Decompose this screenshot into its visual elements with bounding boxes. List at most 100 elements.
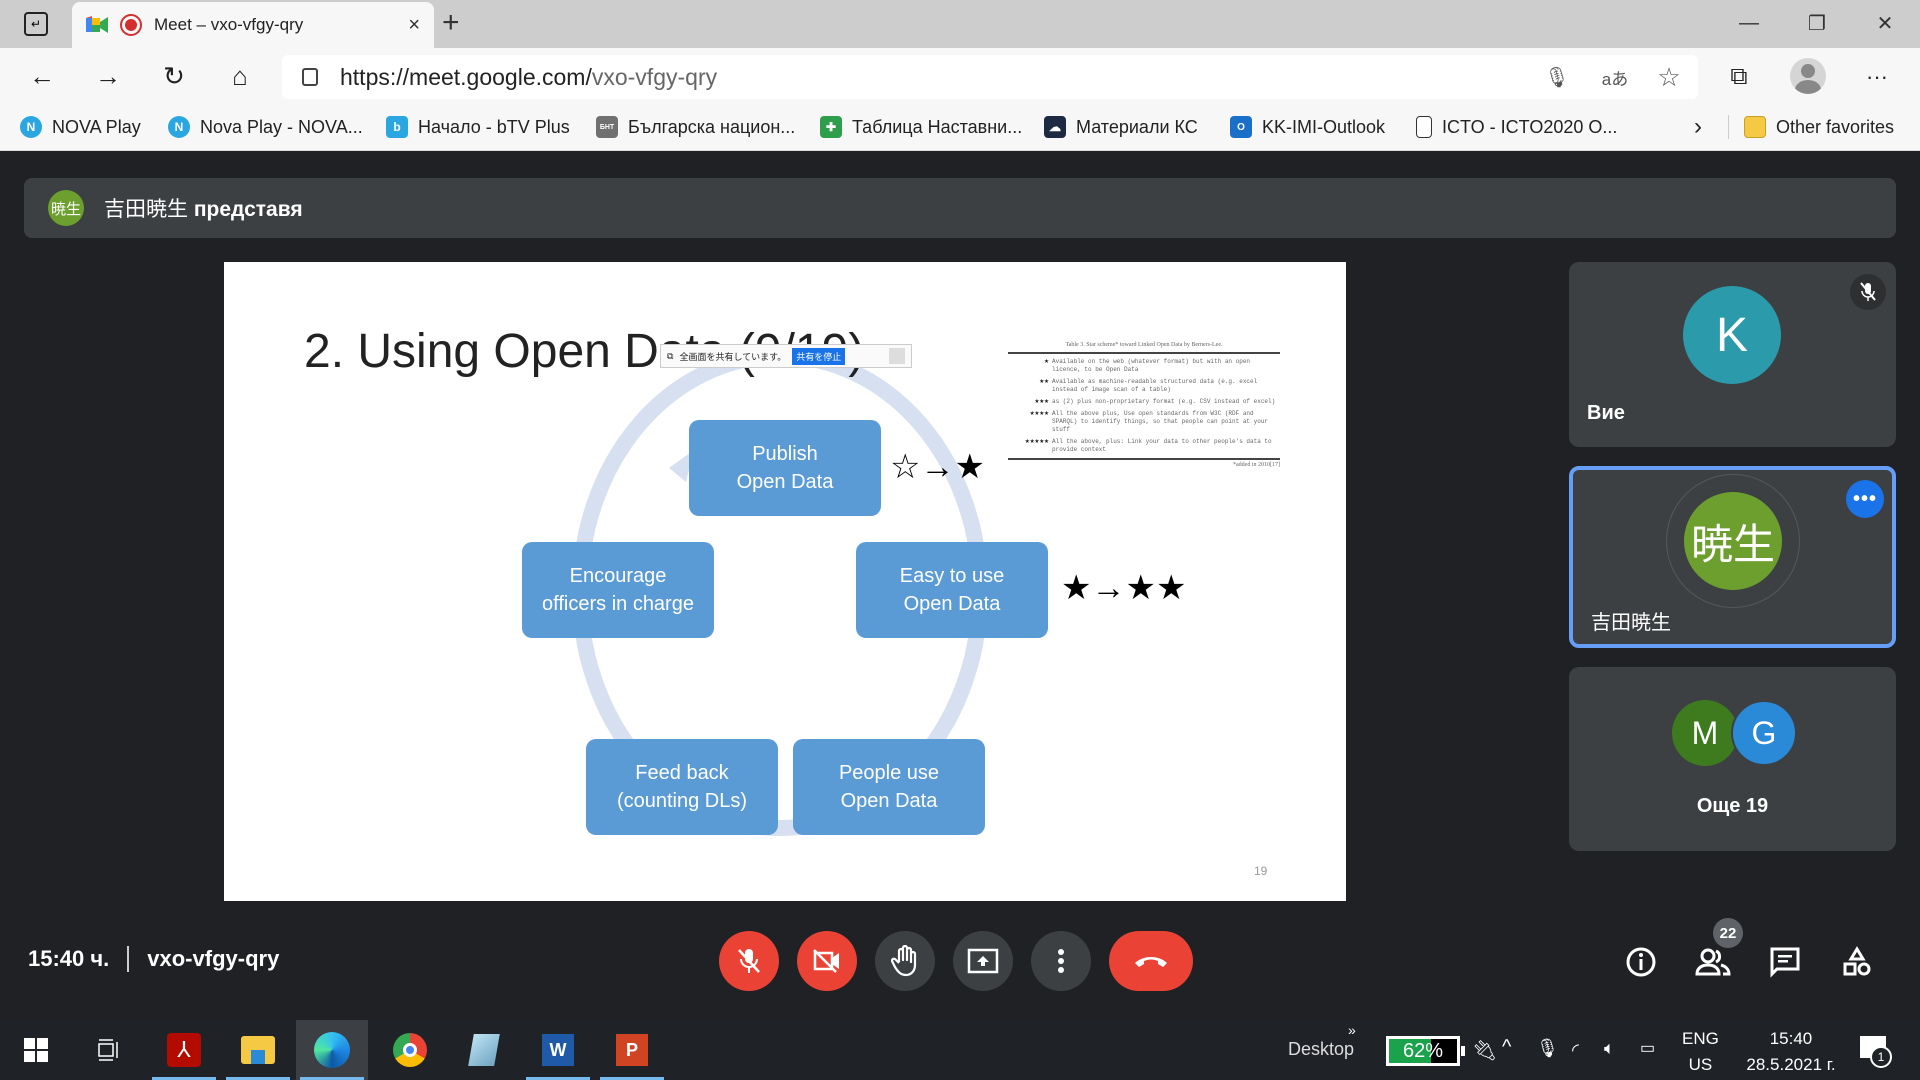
address-bar[interactable]: https://meet.google.com/vxo-vfgy-qry (282, 55, 1698, 99)
participant-tile-presenter[interactable]: 暁生 ••• 吉田暁生 (1569, 466, 1896, 648)
task-view-button[interactable] (72, 1020, 144, 1080)
taskbar-edge[interactable] (296, 1020, 368, 1080)
present-icon (967, 948, 999, 974)
other-favorites[interactable]: Other favorites (1744, 113, 1894, 141)
bookmark-item[interactable]: N Nova Play - NOVA... (168, 113, 363, 141)
powerpoint-icon: P (616, 1034, 648, 1066)
microphone-icon[interactable]: 🎙 (1542, 62, 1572, 92)
forward-button[interactable]: → (88, 56, 128, 96)
restore-button[interactable]: ❐ (1794, 6, 1840, 40)
taskbar-word[interactable]: W (522, 1020, 594, 1080)
participant-avatar: 暁生 (1684, 492, 1782, 590)
minimize-button[interactable]: — (1726, 6, 1772, 40)
add-favorite-icon[interactable]: ☆ (1654, 62, 1684, 92)
notification-count-badge: 1 (1870, 1046, 1892, 1068)
presenter-bar: 暁生 吉田暁生 представя (24, 178, 1896, 238)
table-note: *added in 2010[17] (1233, 462, 1280, 468)
collections-icon[interactable]: ⧉ (1724, 62, 1754, 92)
presenter-avatar: 暁生 (48, 190, 84, 226)
camera-toggle-button[interactable] (797, 931, 857, 991)
task-view-icon (98, 1039, 118, 1061)
table-row: ★ Available on the web (whatever format) … (1044, 357, 1251, 374)
notepad-icon (468, 1034, 500, 1066)
cloud-icon: ☁ (1044, 116, 1066, 138)
back-button[interactable]: ← (22, 56, 62, 96)
present-screen-button[interactable] (953, 931, 1013, 991)
info-icon (1626, 947, 1656, 977)
url-host: https://meet.google.com/ (340, 63, 592, 90)
battery-charging-icon[interactable]: ▭ (1640, 1038, 1655, 1058)
sheets-icon: ✚ (820, 116, 842, 138)
table-row: ★★★ as (2) plus non-proprietary format (e… (1034, 397, 1276, 406)
taskbar-chrome[interactable] (374, 1020, 446, 1080)
activities-button[interactable] (1835, 940, 1879, 984)
acrobat-icon: ⅄ (167, 1033, 201, 1067)
tab-actions-icon[interactable]: ↵ (24, 12, 48, 36)
show-hidden-icons-chevron[interactable]: ^ (1502, 1036, 1511, 1059)
profile-avatar[interactable] (1790, 58, 1826, 94)
participants-button[interactable]: 22 (1691, 918, 1743, 984)
close-tab-button[interactable]: × (408, 14, 420, 37)
taskbar-file-explorer[interactable] (222, 1020, 294, 1080)
tab-title: Meet – vxo-vfgy-qry (154, 15, 304, 34)
divider (127, 946, 130, 972)
microphone-icon[interactable]: 🎙︎ (1536, 1038, 1559, 1059)
edge-icon (314, 1032, 350, 1068)
chrome-icon (393, 1033, 427, 1067)
activities-icon (1843, 946, 1871, 976)
microphone-toggle-button[interactable] (719, 931, 779, 991)
meeting-time: 15:40 ч. (28, 946, 110, 971)
btv-icon: b (386, 116, 408, 138)
star-transition-label: ★→★★ (1061, 569, 1187, 607)
bookmark-item[interactable]: N NOVA Play (20, 113, 141, 141)
leave-call-button[interactable] (1109, 931, 1193, 991)
start-button[interactable] (0, 1020, 72, 1080)
participant-count-badge: 22 (1713, 918, 1743, 948)
chat-button[interactable] (1763, 940, 1807, 984)
taskbar-notepad[interactable] (448, 1020, 520, 1080)
table-caption: Table 3. Star scheme* toward Linked Open… (1065, 342, 1223, 348)
home-button[interactable]: ⌂ (220, 56, 260, 96)
battery-percent: 62% (1402, 1039, 1444, 1062)
tab-meet[interactable]: Meet – vxo-vfgy-qry × (72, 2, 434, 48)
more-options-button[interactable] (1031, 931, 1091, 991)
new-tab-button[interactable]: + (442, 6, 460, 40)
system-clock[interactable]: 15:40 28.5.2021 г. (1736, 1026, 1846, 1078)
desktop-toolbar-label[interactable]: Desktop (1288, 1039, 1354, 1060)
camera-off-icon (813, 949, 839, 973)
cycle-box-feed-back: Feed back (counting DLs) (586, 739, 778, 835)
share-screen-icon: ⧉ (667, 350, 674, 361)
bookmark-item[interactable]: b Начало - bTV Plus (386, 113, 570, 141)
meeting-details-button[interactable] (1619, 940, 1663, 984)
folder-icon (241, 1036, 275, 1064)
more-options-icon[interactable]: ••• (1846, 480, 1884, 518)
taskbar-powerpoint[interactable]: P (596, 1020, 668, 1080)
toolbar-overflow[interactable]: » (1348, 1022, 1356, 1038)
show-more-bookmarks-button[interactable]: › (1694, 113, 1702, 141)
participant-tile-others[interactable]: M G Още 19 (1569, 667, 1896, 851)
participant-name: Вие (1587, 402, 1625, 424)
stop-sharing-button[interactable]: 共有を停止 (792, 347, 846, 365)
reload-button[interactable]: ↻ (154, 56, 194, 96)
close-window-button[interactable]: ✕ (1862, 6, 1908, 40)
battery-indicator[interactable]: 62% (1386, 1036, 1460, 1066)
volume-icon[interactable]: 🔈︎ (1604, 1038, 1615, 1059)
minimize-share-bar-button[interactable] (889, 348, 905, 364)
bookmark-item[interactable]: O KK-IMI-Outlook (1230, 113, 1385, 141)
word-icon: W (542, 1034, 574, 1066)
cycle-box-encourage: Encourage officers in charge (522, 542, 714, 638)
bookmark-item[interactable]: ✚ Таблица Наставни... (820, 113, 1022, 141)
bookmark-item[interactable]: БНТ Българска национ... (596, 113, 795, 141)
battery-tip (1461, 1046, 1465, 1056)
raise-hand-button[interactable] (875, 931, 935, 991)
read-aloud-icon[interactable]: aあ (1600, 62, 1630, 92)
wifi-icon[interactable]: ◜ (1572, 1040, 1579, 1061)
taskbar-acrobat[interactable]: ⅄ (148, 1020, 220, 1080)
divider (1728, 115, 1729, 139)
bookmark-item[interactable]: ☁ Материали КС (1044, 113, 1198, 141)
participant-tile-self[interactable]: K Вие (1569, 262, 1896, 447)
bookmark-item[interactable]: ICTO - ICTO2020 O... (1416, 113, 1617, 141)
input-language[interactable]: ENG US (1682, 1026, 1719, 1078)
table-row: ★★★★ All the above plus, Use open standar… (1029, 409, 1269, 434)
settings-more-icon[interactable]: ··· (1862, 62, 1892, 92)
